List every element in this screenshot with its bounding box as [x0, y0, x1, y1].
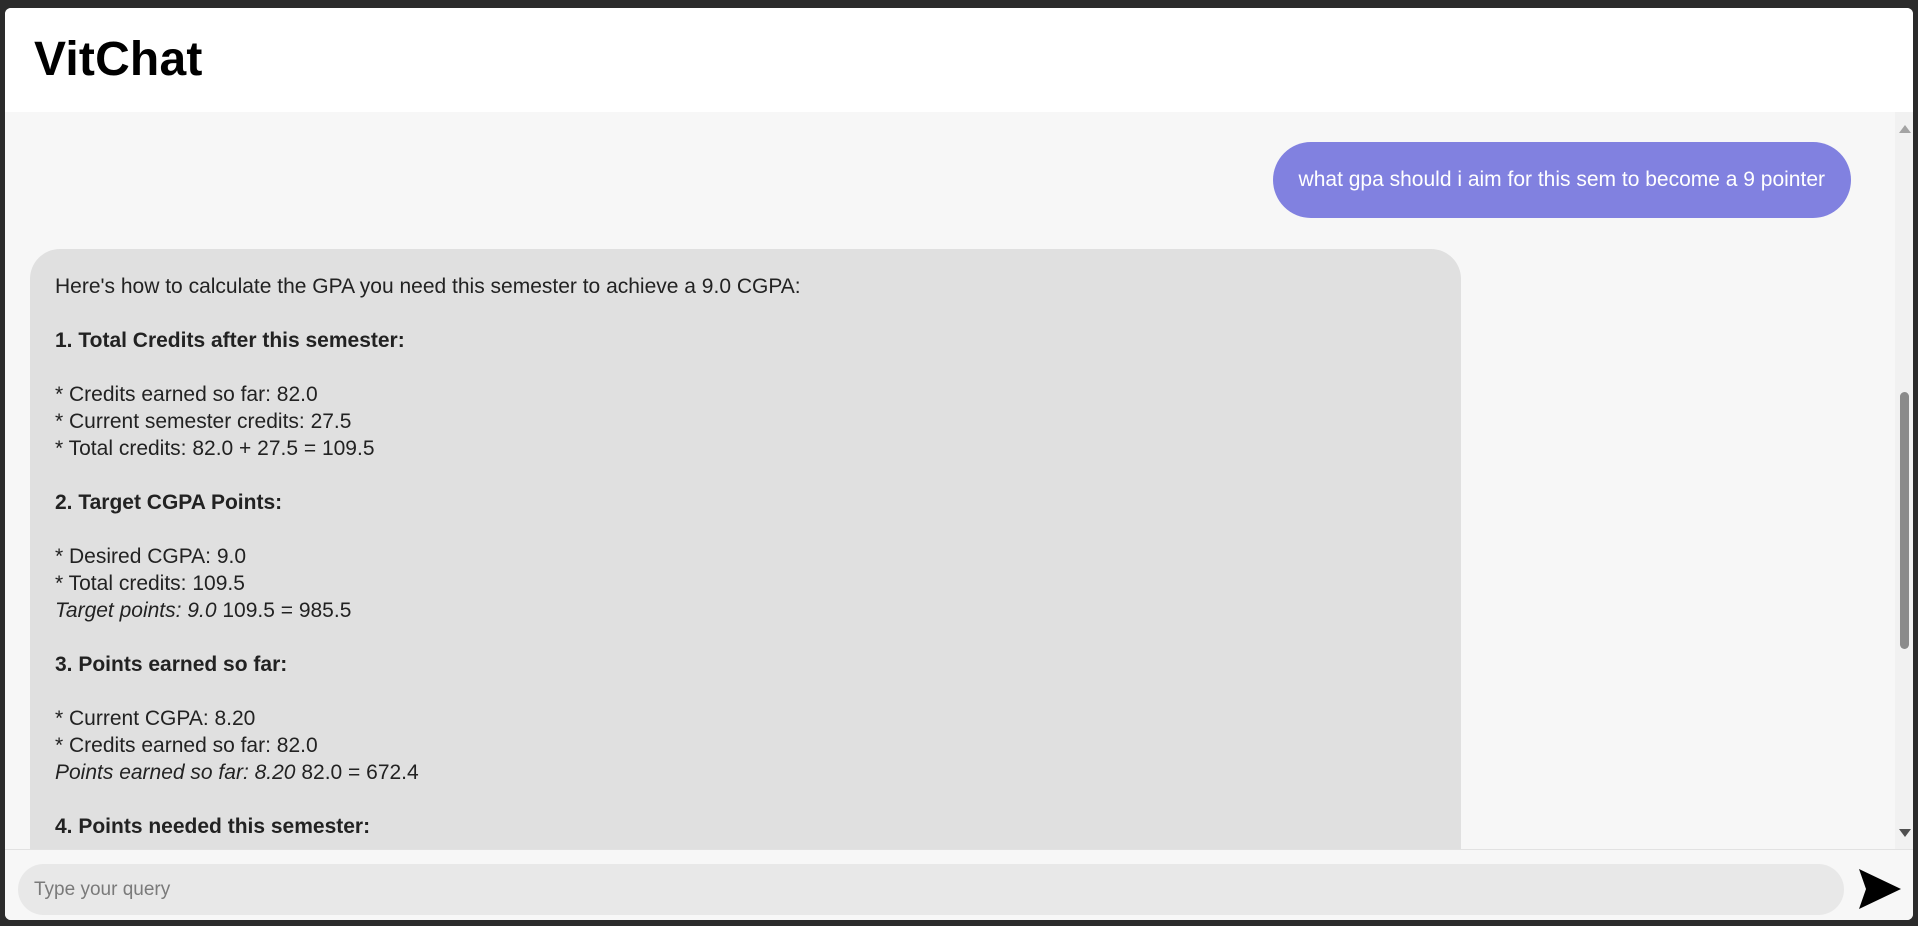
- chat-scrollbar[interactable]: [1895, 112, 1913, 849]
- step2-line3: Target points: 9.0 109.5 = 985.5: [55, 597, 1436, 624]
- step2-line3-rest: 109.5 = 985.5: [216, 599, 352, 622]
- scroll-thumb[interactable]: [1900, 392, 1909, 649]
- step1-heading: 1. Total Credits after this semester:: [55, 329, 405, 352]
- step2-line3-italic: Target points: 9.0: [55, 599, 217, 622]
- step4-heading: 4. Points needed this semester:: [55, 815, 371, 838]
- step1-line2: * Current semester credits: 27.5: [55, 410, 352, 433]
- bot-message-bubble: Here's how to calculate the GPA you need…: [30, 249, 1461, 849]
- step3-line2: * Credits earned so far: 82.0: [55, 734, 318, 757]
- step2-line1: * Desired CGPA: 9.0: [55, 545, 247, 568]
- step3-line1: * Current CGPA: 8.20: [55, 707, 256, 730]
- scroll-up-arrow-icon[interactable]: [1899, 125, 1911, 133]
- step1-line1: * Credits earned so far: 82.0: [55, 383, 318, 406]
- chat-area: what gpa should i aim for this sem to be…: [5, 112, 1895, 849]
- send-arrow-icon: [1859, 869, 1901, 909]
- send-button[interactable]: [1857, 867, 1903, 911]
- step3-heading: 3. Points earned so far:: [55, 653, 288, 676]
- bot-intro: Here's how to calculate the GPA you need…: [55, 275, 801, 298]
- step3-line3-rest: 82.0 = 672.4: [295, 761, 419, 784]
- query-input[interactable]: [18, 864, 1844, 915]
- user-message-bubble: what gpa should i aim for this sem to be…: [1272, 142, 1851, 218]
- step2-line2: * Total credits: 109.5: [55, 572, 245, 595]
- step2-heading: 2. Target CGPA Points:: [55, 491, 283, 514]
- app-title: VitChat: [34, 33, 203, 86]
- composer-bar: [5, 849, 1913, 920]
- app-header: VitChat: [5, 8, 1913, 112]
- scroll-down-arrow-icon[interactable]: [1899, 829, 1911, 837]
- step3-line3-italic: Points earned so far: 8.20: [55, 761, 296, 784]
- step3-line3: Points earned so far: 8.20 82.0 = 672.4: [55, 759, 1436, 786]
- app-window: VitChat what gpa should i aim for this s…: [5, 8, 1913, 920]
- step1-line3: * Total credits: 82.0 + 27.5 = 109.5: [55, 437, 375, 460]
